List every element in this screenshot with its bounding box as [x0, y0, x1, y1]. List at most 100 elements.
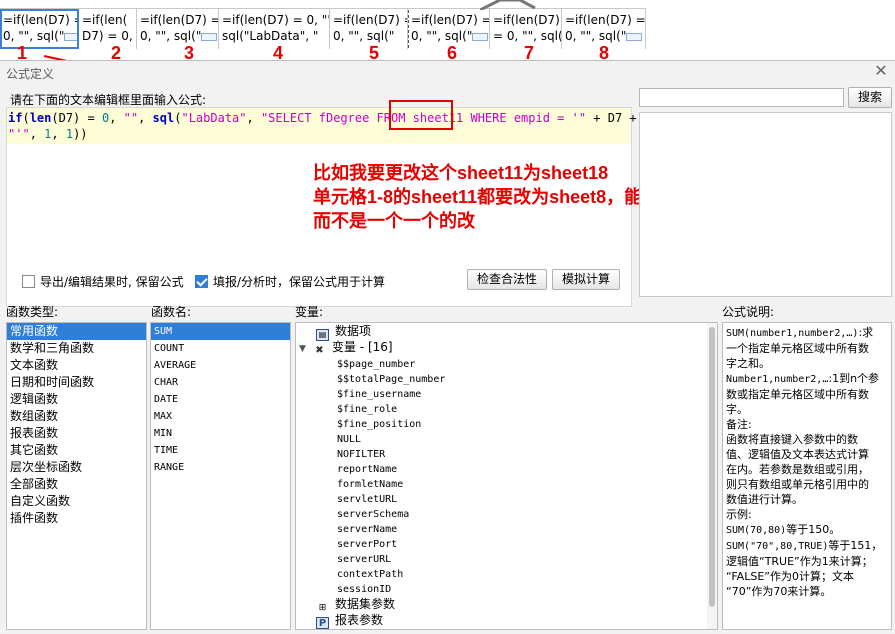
formula-dialog: 公式定义 ✕ 请在下面的文本编辑框里面输入公式: if(len(D7) = 0,… [0, 60, 895, 634]
cell-marker-icon [626, 33, 643, 41]
formula-prompt: 请在下面的文本编辑框里面输入公式: [10, 93, 207, 107]
desc-line: “70”作为70来计算。 [726, 585, 832, 598]
list-item[interactable]: CHAR [151, 374, 290, 391]
option-keep-formula-export[interactable]: 导出/编辑结果时, 保留公式 [22, 273, 184, 290]
variable-item[interactable]: sessionID [337, 582, 391, 597]
desc-line: 函数将直接键入参数中的数 [726, 433, 858, 446]
variable-item[interactable]: $$totalPage_number [337, 372, 445, 387]
cell-text: =if(len(D7) = [3, 13, 79, 27]
list-item[interactable]: 文本函数 [7, 357, 146, 374]
desc-line: Number1,number2,… [726, 374, 829, 385]
desc-line: SUM(number1,number2,…) [726, 328, 859, 339]
variable-item[interactable]: serverSchema [337, 507, 409, 522]
cell-3[interactable]: =if(len(D7) = 0, "", sql(" [137, 9, 219, 49]
cell-text: 0, "", sql(" [411, 29, 473, 43]
desc-line: :求 [858, 326, 874, 339]
spreadsheet-strip: =if(len(D7) = 0, "", sql(" =if(len(D7) = … [0, 0, 895, 63]
cell-2[interactable]: =if(len(D7) = 0, [79, 9, 137, 49]
list-item[interactable]: DATE [151, 391, 290, 408]
cell-text: D7) = 0, [82, 29, 133, 43]
tree-node-variables[interactable]: ▼ ✖ 变量 - [16] [299, 340, 393, 357]
list-item[interactable]: 报表函数 [7, 425, 146, 442]
list-item[interactable]: 插件函数 [7, 510, 146, 527]
list-item[interactable]: 自定义函数 [7, 493, 146, 510]
desc-line: 数值进行计算。 [726, 493, 803, 506]
list-item[interactable]: 层次坐标函数 [7, 459, 146, 476]
function-label: 函数名: [151, 305, 192, 319]
tree-node-data-items[interactable]: ▤ 数据项 [316, 324, 371, 341]
variable-item[interactable]: servletURL [337, 492, 397, 507]
list-item[interactable]: 日期和时间函数 [7, 374, 146, 391]
list-item[interactable]: SUM [151, 323, 290, 340]
list-item[interactable]: AVERAGE [151, 357, 290, 374]
desc-line: 则只有数组或单元格引用中的 [726, 478, 869, 491]
scrollbar[interactable] [707, 323, 717, 629]
cell-text: 0, "", sql(" [3, 29, 65, 43]
desc-line: “FALSE”作为0计算；文本 [726, 570, 854, 583]
arrow-shape-fragment [480, 0, 536, 10]
list-item[interactable]: 常用函数 [7, 323, 146, 340]
list-item[interactable]: TIME [151, 442, 290, 459]
search-results-box [639, 112, 892, 297]
list-item[interactable]: 数组函数 [7, 408, 146, 425]
search-button[interactable]: 搜索 [848, 87, 892, 108]
variable-x-icon: ✖ [315, 345, 324, 356]
cell-text: =if(len(D7) = [333, 13, 408, 27]
desc-line: 备注: [726, 418, 752, 431]
cell-text: =if(len(D7) = 0, "", [222, 13, 330, 27]
cell-marker-icon [201, 33, 218, 41]
list-item[interactable]: 其它函数 [7, 442, 146, 459]
desc-line: SUM("70",80,TRUE) [726, 541, 829, 552]
variable-item[interactable]: $fine_role [337, 402, 397, 417]
cell-text: =if(len(D7) = [140, 13, 219, 27]
page-break-line [408, 10, 409, 48]
description-text: SUM(number1,number2,…):求 一个指定单元格区域中所有数 字… [723, 323, 891, 601]
checkbox-unchecked-icon[interactable] [22, 275, 35, 288]
variable-item[interactable]: formletName [337, 477, 403, 492]
list-item[interactable]: RANGE [151, 459, 290, 476]
cell-text: 0, "", sql(" [140, 29, 202, 43]
list-item[interactable]: COUNT [151, 340, 290, 357]
variable-item[interactable]: reportName [337, 462, 397, 477]
description-label: 公式说明: [722, 305, 775, 319]
chevron-down-icon[interactable]: ▼ [299, 342, 313, 357]
variable-item[interactable]: $fine_username [337, 387, 421, 402]
close-icon[interactable]: ✕ [873, 63, 889, 79]
list-item[interactable]: MIN [151, 425, 290, 442]
variable-item[interactable]: $$page_number [337, 357, 415, 372]
tree-node-report-params[interactable]: P 报表参数 [316, 613, 384, 629]
variable-item[interactable]: NOFILTER [337, 447, 385, 462]
option-keep-formula-calc[interactable]: 填报/分析时，保留公式用于计算 [195, 273, 385, 290]
option-label: 导出/编辑结果时, 保留公式 [40, 275, 184, 289]
variable-item[interactable]: contextPath [337, 567, 403, 582]
function-list: SUM COUNT AVERAGE CHAR DATE MAX MIN TIME… [150, 322, 291, 630]
list-item[interactable]: 数学和三角函数 [7, 340, 146, 357]
checkbox-checked-icon[interactable] [195, 275, 208, 288]
check-validity-button[interactable]: 检查合法性 [467, 269, 547, 290]
tree-node-label: 报表参数 [335, 613, 384, 627]
category-list: 常用函数 数学和三角函数 文本函数 日期和时间函数 逻辑函数 数组函数 报表函数… [6, 322, 147, 630]
variable-item[interactable]: serverURL [337, 552, 391, 567]
variable-item[interactable]: serverPort [337, 537, 397, 552]
cell-text: 0, "", sql(" [333, 29, 395, 43]
tree-node-dataset-params[interactable]: ⊞ 数据集参数 [316, 597, 396, 613]
cell-marker-icon [472, 33, 489, 41]
category-label: 函数类型: [6, 305, 59, 319]
formula-code: if(len(D7) = 0, "", sql("LabData", "SELE… [8, 111, 644, 141]
cell-text: sql("LabData", " [222, 29, 319, 43]
scrollbar-thumb[interactable] [709, 327, 715, 607]
description-panel: SUM(number1,number2,…):求 一个指定单元格区域中所有数 字… [722, 322, 892, 630]
desc-line: SUM(70,80) [726, 525, 787, 536]
cell-1[interactable]: =if(len(D7) = 0, "", sql(" [0, 9, 79, 49]
desc-line: 一个指定单元格区域中所有数 [726, 342, 869, 355]
simulate-button[interactable]: 模拟计算 [552, 269, 620, 290]
list-item[interactable]: MAX [151, 408, 290, 425]
list-item[interactable]: 逻辑函数 [7, 391, 146, 408]
search-input[interactable] [639, 88, 844, 107]
list-item[interactable]: 全部函数 [7, 476, 146, 493]
variable-item[interactable]: NULL [337, 432, 361, 447]
tree-node-label: 数据集参数 [335, 597, 396, 611]
variable-item[interactable]: $fine_position [337, 417, 421, 432]
report-param-icon: P [316, 617, 329, 629]
variable-item[interactable]: serverName [337, 522, 397, 537]
